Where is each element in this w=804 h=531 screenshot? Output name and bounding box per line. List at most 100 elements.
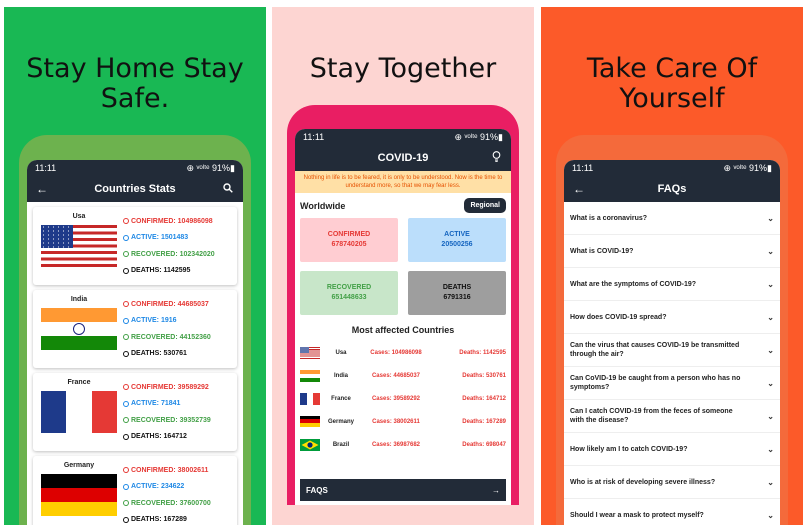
tile-label: DEATHS bbox=[442, 284, 472, 291]
faq-item[interactable]: What is a coronavirus? ⌄ bbox=[564, 202, 780, 235]
chevron-down-icon: ⌄ bbox=[767, 213, 774, 223]
country-name: France bbox=[331, 395, 351, 402]
faqs-label: FAQS bbox=[306, 485, 328, 495]
india-flag-icon bbox=[41, 308, 117, 350]
recovered-icon bbox=[123, 251, 129, 258]
country-stats: CONFIRMED: 38002611 ACTIVE: 234622 RECOV… bbox=[121, 462, 233, 525]
list-item[interactable]: Brazil Cases: 36987682 Deaths: 698047 bbox=[295, 433, 511, 456]
promo-banner: Stay Home Stay Safe. 11:11 ⊕ ᵛᵒˡᵗᵉ 91%▮ … bbox=[0, 0, 804, 531]
chevron-down-icon: ⌄ bbox=[767, 246, 774, 256]
active-tile: ACTIVE 20500256 bbox=[408, 218, 506, 262]
confirmed-icon bbox=[123, 467, 129, 474]
faq-item[interactable]: Who is at risk of developing severe illn… bbox=[564, 466, 780, 499]
app-bar-title: FAQs bbox=[657, 183, 687, 195]
worldwide-row: Worldwide Regional bbox=[295, 193, 511, 218]
faq-item[interactable]: How does COVID-19 spread? ⌄ bbox=[564, 301, 780, 334]
faq-question: How does COVID-19 spread? bbox=[570, 313, 667, 321]
faq-item[interactable]: How likely am I to catch COVID-19? ⌄ bbox=[564, 433, 780, 466]
headline-line-1: Take Care Of bbox=[586, 53, 758, 84]
headline-line-2: Yourself bbox=[619, 83, 725, 114]
country-cases: Cases: 38002611 bbox=[372, 418, 420, 425]
app-bar-title: Countries Stats bbox=[94, 183, 176, 195]
tile-value: 678740205 bbox=[331, 241, 367, 248]
deaths-stat: DEATHS: 1142595 bbox=[123, 267, 233, 274]
chevron-down-icon: ⌄ bbox=[767, 279, 774, 289]
faq-item[interactable]: Can the virus that causes COVID-19 be tr… bbox=[564, 334, 780, 367]
deaths-icon bbox=[123, 350, 129, 357]
country-name: Germany bbox=[327, 418, 354, 425]
faq-question: Can the virus that causes COVID-19 be tr… bbox=[570, 342, 740, 358]
recovered-stat: RECOVERED: 102342020 bbox=[123, 251, 233, 258]
headline-line-1: Stay Together bbox=[309, 53, 497, 84]
app-bar-title: COVID-19 bbox=[377, 152, 429, 164]
confirmed-tile: CONFIRMED 678740205 bbox=[300, 218, 398, 262]
country-card-germany[interactable]: Germany CONFIRMED: 38002611 ACTIVE: 2346… bbox=[33, 456, 237, 525]
active-icon bbox=[123, 234, 129, 241]
faq-question: How likely am I to catch COVID-19? bbox=[570, 445, 688, 453]
faq-question: Can CoVID-19 be caught from a person who… bbox=[570, 375, 741, 391]
faq-item[interactable]: What are the symptoms of COVID-19? ⌄ bbox=[564, 268, 780, 301]
confirmed-stat: CONFIRMED: 104986098 bbox=[123, 218, 233, 225]
chevron-down-icon: ⌄ bbox=[767, 345, 774, 355]
faq-question: What is COVID-19? bbox=[570, 247, 634, 255]
headline-line-2: Safe. bbox=[100, 83, 170, 114]
country-name: France bbox=[67, 379, 91, 386]
usa-flag-icon bbox=[300, 346, 320, 359]
country-cases: Cases: 44685037 bbox=[371, 372, 421, 379]
faqs-button[interactable]: FAQS → bbox=[300, 479, 506, 501]
confirmed-icon bbox=[123, 301, 129, 308]
country-name: Usa bbox=[335, 349, 347, 356]
active-icon bbox=[123, 400, 129, 407]
chevron-down-icon: ⌄ bbox=[767, 444, 774, 454]
active-icon bbox=[123, 483, 129, 490]
india-flag-icon bbox=[300, 369, 320, 382]
country-cases: Cases: 39589292 bbox=[371, 395, 421, 402]
list-item[interactable]: France Cases: 39589292 Deaths: 164712 bbox=[295, 387, 511, 410]
france-flag-icon bbox=[41, 391, 117, 433]
faq-item[interactable]: Should I wear a mask to protect myself? ⌄ bbox=[564, 499, 780, 525]
status-time: 11:11 bbox=[35, 163, 57, 173]
most-affected-title: Most affected Countries bbox=[351, 325, 455, 335]
active-stat: ACTIVE: 234622 bbox=[123, 483, 233, 490]
faq-question: Can I catch COVID-19 from the feces of s… bbox=[570, 408, 733, 424]
app-bar: ← Countries Stats bbox=[27, 176, 243, 202]
chevron-down-icon: ⌄ bbox=[767, 510, 774, 520]
list-item[interactable]: Usa Cases: 104986098 Deaths: 1142595 bbox=[295, 341, 511, 364]
tile-value: 651448633 bbox=[331, 294, 367, 301]
phone-screen: 11:11 ⊕ ᵛᵒˡᵗᵉ 91%▮ ← FAQs What is a coro… bbox=[564, 160, 780, 525]
tile-label: RECOVERED bbox=[326, 284, 372, 291]
country-cases: Cases: 104986098 bbox=[370, 349, 422, 356]
back-arrow-icon[interactable]: ← bbox=[35, 182, 49, 196]
panel-headline: Take Care Of Yourself bbox=[541, 54, 803, 114]
status-bar: 11:11 ⊕ ᵛᵒˡᵗᵉ 91%▮ bbox=[27, 160, 243, 176]
chevron-down-icon: ⌄ bbox=[767, 477, 774, 487]
panel-headline: Stay Home Stay Safe. bbox=[4, 54, 266, 114]
status-indicators: ⊕ ᵛᵒˡᵗᵉ 91%▮ bbox=[186, 162, 235, 173]
country-card-france[interactable]: France CONFIRMED: 39589292 ACTIVE: 71841… bbox=[33, 373, 237, 451]
faq-item[interactable]: Can CoVID-19 be caught from a person who… bbox=[564, 367, 780, 400]
country-card-usa[interactable]: Usa CONFIRMED: 104986098 ACTIVE: 1501483… bbox=[33, 207, 237, 285]
chevron-down-icon: ⌄ bbox=[767, 312, 774, 322]
country-name: India bbox=[70, 296, 88, 303]
recovered-icon bbox=[123, 500, 129, 507]
faq-item[interactable]: Can I catch COVID-19 from the feces of s… bbox=[564, 400, 780, 433]
list-item[interactable]: Germany Cases: 38002611 Deaths: 167289 bbox=[295, 410, 511, 433]
confirmed-stat: CONFIRMED: 38002611 bbox=[123, 467, 233, 474]
faq-item[interactable]: What is COVID-19? ⌄ bbox=[564, 235, 780, 268]
list-item[interactable]: India Cases: 44685037 Deaths: 530761 bbox=[295, 364, 511, 387]
faq-question: Should I wear a mask to protect myself? bbox=[570, 511, 704, 519]
recovered-stat: RECOVERED: 39352739 bbox=[123, 417, 233, 424]
headline-line-1: Stay Home Stay bbox=[26, 53, 244, 84]
lightbulb-icon[interactable] bbox=[489, 151, 503, 165]
status-bar: 11:11 ⊕ ᵛᵒˡᵗᵉ 91%▮ bbox=[564, 160, 780, 176]
country-name: Germany bbox=[63, 462, 95, 469]
flag-box: France bbox=[37, 379, 121, 445]
status-indicators: ⊕ ᵛᵒˡᵗᵉ 91%▮ bbox=[723, 162, 772, 173]
country-card-india[interactable]: India CONFIRMED: 44685037 ACTIVE: 1916 R… bbox=[33, 290, 237, 368]
back-arrow-icon[interactable]: ← bbox=[572, 182, 586, 196]
regional-button[interactable]: Regional bbox=[464, 198, 506, 213]
tile-value: 20500256 bbox=[441, 241, 473, 248]
germany-flag-icon bbox=[300, 415, 320, 428]
search-icon[interactable] bbox=[221, 182, 235, 196]
country-name: Usa bbox=[72, 213, 86, 220]
